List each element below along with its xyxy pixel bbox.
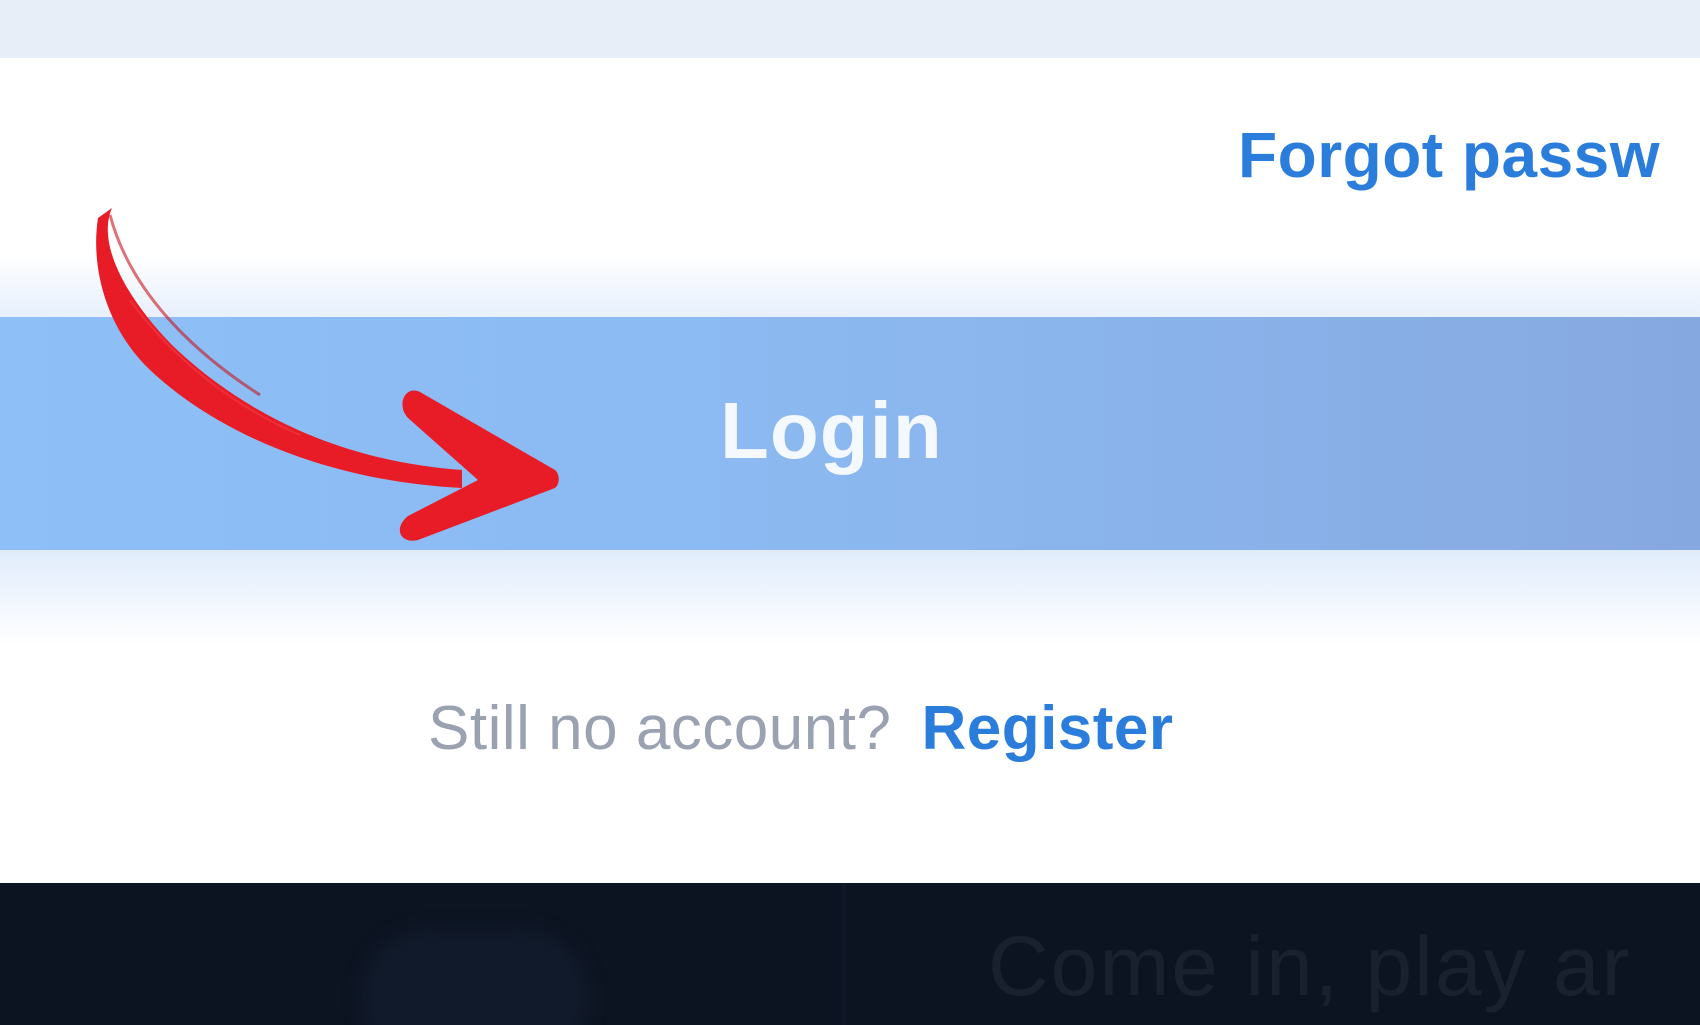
register-link[interactable]: Register xyxy=(921,694,1173,763)
login-button-glow-top xyxy=(0,255,1700,317)
footer-button-blurred xyxy=(360,928,590,1025)
login-button-glow-bottom xyxy=(0,550,1700,645)
forgot-password-link[interactable]: Forgot passw xyxy=(1238,118,1660,192)
register-row: Still no account? Register xyxy=(428,693,1174,764)
footer: Come in, play ar xyxy=(0,883,1700,1025)
register-prompt: Still no account? xyxy=(428,694,892,763)
footer-tagline: Come in, play ar xyxy=(988,919,1632,1013)
top-background-strip xyxy=(0,0,1700,58)
footer-divider xyxy=(842,883,846,1025)
login-button-label: Login xyxy=(720,386,943,475)
